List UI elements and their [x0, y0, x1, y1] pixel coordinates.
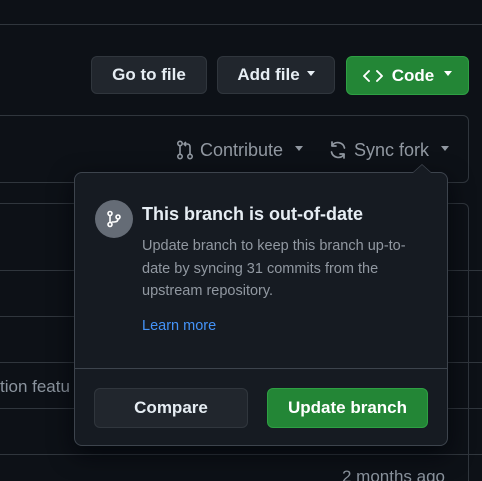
learn-more-link[interactable]: Learn more [142, 318, 216, 334]
code-label: Code [391, 65, 435, 85]
commit-message[interactable]: tion featu [0, 377, 70, 397]
chevron-down-icon [306, 70, 315, 76]
chevron-down-icon [295, 145, 304, 151]
sync-fork-label: Sync fork [354, 139, 430, 160]
compare-label: Compare [134, 398, 208, 417]
git-branch-icon [95, 200, 133, 238]
git-pull-request-icon [176, 140, 200, 160]
commit-time: 2 months ago [342, 467, 446, 481]
sync-icon [328, 140, 354, 160]
repo-page: Go to file Add file Code Contribute Sync… [0, 0, 482, 481]
sync-fork-dropdown[interactable]: Sync fork [328, 137, 450, 163]
sync-fork-popover: This branch is out-of-date Update branch… [74, 164, 448, 446]
compare-button[interactable]: Compare [94, 388, 248, 428]
update-branch-button[interactable]: Update branch [267, 388, 428, 428]
code-icon [362, 68, 383, 84]
add-file-label: Add file [237, 65, 300, 84]
popover-description: Update branch to keep this branch up-to-… [142, 238, 406, 299]
add-file-button[interactable]: Add file [217, 56, 335, 94]
popover-arrow [412, 164, 432, 173]
go-to-file-label: Go to file [112, 65, 186, 84]
go-to-file-button[interactable]: Go to file [91, 56, 207, 94]
chevron-down-icon [444, 71, 453, 76]
contribute-label: Contribute [200, 139, 284, 160]
chevron-down-icon [441, 145, 450, 151]
popover-divider [75, 368, 447, 369]
update-branch-label: Update branch [287, 398, 408, 417]
code-button[interactable]: Code [346, 56, 469, 95]
contribute-dropdown[interactable]: Contribute [176, 137, 304, 163]
table-row-divider [0, 454, 482, 455]
popover-title: This branch is out-of-date [142, 204, 364, 224]
top-divider [0, 24, 482, 25]
